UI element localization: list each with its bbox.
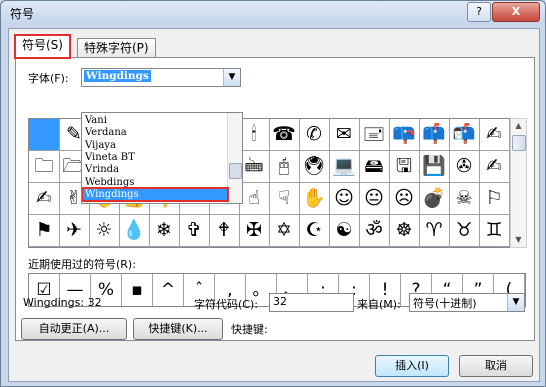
symbol-cell[interactable]: 📬 xyxy=(449,119,480,151)
symbol-cell[interactable]: 🖫 xyxy=(389,151,420,183)
symbol-cell[interactable]: 💣 xyxy=(419,183,450,215)
font-list-scroll-thumb[interactable] xyxy=(229,163,242,179)
symbol-cell[interactable]: ☺ xyxy=(329,183,360,215)
symbol-cell[interactable]: 📪 xyxy=(389,119,420,151)
symbol-cell[interactable]: ✞ xyxy=(179,215,210,247)
font-list-scrollbar[interactable] xyxy=(227,113,242,203)
symbol-cell[interactable]: ☪ xyxy=(299,215,330,247)
font-list-item[interactable]: Vrinda xyxy=(85,164,119,175)
symbol-cell[interactable]: ☎ xyxy=(269,119,300,151)
scroll-thumb[interactable] xyxy=(512,135,526,151)
chevron-down-icon[interactable]: ▼ xyxy=(507,294,524,311)
symbol-cell[interactable]: ✋ xyxy=(299,183,330,215)
help-button[interactable]: ? xyxy=(467,2,491,22)
symbol-cell[interactable]: ✍ xyxy=(29,183,60,215)
dialog-client: 符号(S) 特殊字符(P) 字体(F): Wingdings ▼ ✎✂✁👓🕭🕮🕯… xyxy=(8,28,540,382)
symbol-cell[interactable]: ⚑ xyxy=(29,215,60,247)
symbol-cell[interactable]: ☝ xyxy=(239,183,270,215)
symbol-cell[interactable]: ✍ xyxy=(479,119,510,151)
symbol-grid-scrollbar[interactable]: ▲ ▼ xyxy=(510,118,527,248)
scroll-down-icon[interactable]: ▼ xyxy=(511,233,526,247)
font-label: 字体(F): xyxy=(28,72,69,85)
symbol-cell[interactable]: ☸ xyxy=(389,215,420,247)
font-list-item[interactable]: Verdana xyxy=(85,127,127,138)
scroll-up-icon[interactable]: ▲ xyxy=(511,119,526,133)
font-code-text: Wingdings: 32 xyxy=(23,296,102,309)
symbol-cell[interactable]: ♉ xyxy=(449,215,480,247)
symbol-cell[interactable]: ♊ xyxy=(479,215,510,247)
font-list-item[interactable]: Vani xyxy=(85,115,107,126)
symbol-cell[interactable]: 🖮 xyxy=(239,151,270,183)
title-bar: 符号 ? X xyxy=(1,1,545,25)
symbol-cell[interactable]: ☯ xyxy=(329,215,360,247)
symbol-cell[interactable]: 🕯 xyxy=(239,119,270,151)
symbol-cell[interactable]: 😐 xyxy=(359,183,390,215)
font-list-item[interactable]: Wingdings xyxy=(82,186,229,202)
insert-button[interactable]: 插入(I) xyxy=(375,355,449,377)
from-label: 来自(M): xyxy=(357,298,401,311)
symbol-cell[interactable]: 🖃 xyxy=(359,119,390,151)
symbol-cell[interactable] xyxy=(29,119,60,151)
symbol-cell[interactable]: ☟ xyxy=(269,183,300,215)
symbol-cell[interactable]: 💧 xyxy=(119,215,150,247)
recent-symbols-label: 近期使用过的符号(R): xyxy=(28,258,136,271)
shortcut-label: 快捷键: xyxy=(231,323,268,336)
symbol-cell[interactable]: 🗀 xyxy=(29,151,60,183)
symbol-cell[interactable]: ✍ xyxy=(479,151,510,183)
symbol-cell[interactable]: 🕈 xyxy=(209,215,240,247)
symbol-cell[interactable]: 🖴 xyxy=(359,151,390,183)
recent-symbol-cell[interactable]: ^ xyxy=(153,274,184,306)
symbol-cell[interactable]: 💻 xyxy=(329,151,360,183)
symbol-cell[interactable]: 🖰 xyxy=(269,151,300,183)
symbol-cell[interactable]: ☠ xyxy=(449,183,480,215)
symbol-dialog: 符号 ? X 符号(S) 特殊字符(P) 字体(F): Wingdings ▼ … xyxy=(0,0,546,387)
dialog-title: 符号 xyxy=(10,7,35,21)
symbol-cell[interactable]: ॐ xyxy=(359,215,390,247)
from-combobox-value: 符号(十进制) xyxy=(413,297,477,310)
font-combobox[interactable]: Wingdings ▼ xyxy=(81,68,241,87)
shortcut-key-button[interactable]: 快捷键(K)... xyxy=(133,318,223,340)
symbol-cell[interactable]: ✉ xyxy=(329,119,360,151)
cancel-button[interactable]: 取消 xyxy=(459,355,533,377)
close-button[interactable]: X xyxy=(492,2,540,22)
symbol-cell[interactable]: ✠ xyxy=(239,215,270,247)
font-combobox-value: Wingdings xyxy=(84,70,151,82)
symbol-cell[interactable]: ⚐ xyxy=(479,183,510,215)
symbol-cell[interactable]: ♈ xyxy=(419,215,450,247)
symbol-cell[interactable]: 💾 xyxy=(419,151,450,183)
tab-special-characters[interactable]: 特殊字符(P) xyxy=(77,38,156,57)
recent-symbol-cell[interactable]: ▪ xyxy=(122,274,153,306)
font-list-item[interactable]: Vineta BT xyxy=(85,152,135,163)
symbol-cell[interactable]: 📫 xyxy=(419,119,450,151)
symbol-cell[interactable]: ☹ xyxy=(389,183,420,215)
symbol-cell[interactable]: ✆ xyxy=(299,119,330,151)
font-dropdown-list[interactable]: Vani Verdana Vijaya Vineta BT Vrinda Webdings… xyxy=(81,112,243,204)
from-combobox[interactable]: 符号(十进制) ▼ xyxy=(409,293,525,312)
symbol-cell[interactable]: ✇ xyxy=(449,151,480,183)
tab-symbols[interactable]: 符号(S) xyxy=(14,34,71,59)
font-list-item[interactable]: Vijaya xyxy=(85,140,116,151)
autocorrect-button[interactable]: 自动更正(A)... xyxy=(21,318,127,340)
symbol-cell[interactable]: ❄ xyxy=(149,215,180,247)
symbol-cell[interactable]: 🖲 xyxy=(299,151,330,183)
symbol-cell[interactable]: ✡ xyxy=(269,215,300,247)
char-code-input[interactable]: 32 xyxy=(269,293,354,312)
symbol-cell[interactable]: ✈ xyxy=(59,215,90,247)
chevron-down-icon[interactable]: ▼ xyxy=(223,69,240,86)
font-list-item[interactable]: Webdings xyxy=(85,177,134,188)
char-code-label: 字符代码(C): xyxy=(194,298,258,311)
symbol-cell[interactable]: ☼ xyxy=(89,215,120,247)
